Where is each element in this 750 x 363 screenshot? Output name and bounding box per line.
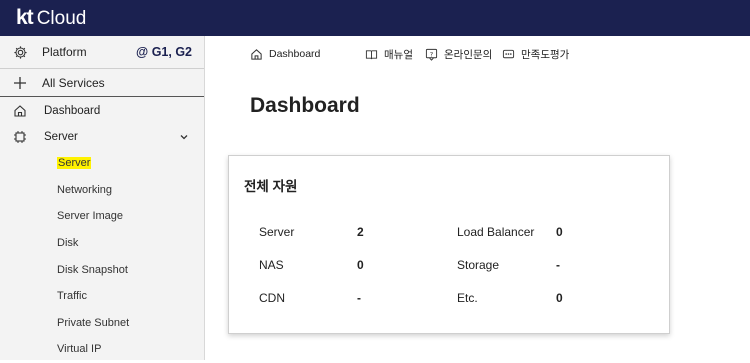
nas-count-value[interactable]: 0: [357, 258, 364, 272]
main-content: Dashboard 매뉴얼 ? 온라인문의 만족도평가 Dashboard 전체…: [205, 36, 750, 360]
sidebar-subitem-virtual-ip[interactable]: Virtual IP: [0, 336, 204, 363]
sidebar-subitem-networking[interactable]: Networking: [0, 177, 204, 204]
book-icon: [363, 46, 379, 62]
logo-cloud-text: Cloud: [36, 8, 87, 29]
etc-count-value[interactable]: 0: [556, 291, 563, 305]
cdn-count-label: CDN: [259, 291, 285, 305]
sidebar-subitem-label: Server Image: [57, 210, 124, 223]
chat-dots-icon: [500, 46, 516, 62]
home-icon: [12, 103, 28, 119]
etc-count-label: Etc.: [457, 291, 478, 305]
chip-icon: [12, 129, 28, 145]
sidebar: Platform @ G1, G2 All Services Dashboard…: [0, 36, 205, 360]
nas-count-label: NAS: [259, 258, 284, 272]
sidebar-item-label: Dashboard: [44, 105, 101, 117]
server-count-label: Server: [259, 225, 295, 239]
sidebar-subitem-disk[interactable]: Disk: [0, 230, 204, 257]
kt-cloud-logo[interactable]: kt Cloud: [16, 6, 86, 30]
all-services-button[interactable]: All Services: [0, 69, 204, 97]
nav-survey-label: 만족도평가: [521, 48, 570, 61]
sidebar-group-label: Server: [44, 131, 78, 143]
all-services-label: All Services: [42, 75, 105, 90]
nav-dashboard-label: Dashboard: [269, 48, 321, 60]
storage-count-value[interactable]: -: [556, 258, 560, 272]
sidebar-subitem-label: Server: [57, 157, 92, 170]
sidebar-subitem-server-image[interactable]: Server Image: [0, 203, 204, 230]
cdn-count-value[interactable]: -: [357, 291, 361, 305]
nav-survey[interactable]: 만족도평가: [500, 46, 569, 62]
lb-count-label: Load Balancer: [457, 225, 535, 239]
sidebar-item-dashboard[interactable]: Dashboard: [0, 98, 204, 124]
page-title: Dashboard: [250, 94, 360, 117]
nav-manual[interactable]: 매뉴얼: [363, 46, 413, 62]
sidebar-subitem-traffic[interactable]: Traffic: [0, 283, 204, 310]
top-bar: kt Cloud: [0, 0, 750, 36]
nav-manual-label: 매뉴얼: [384, 48, 413, 61]
sidebar-subitem-label: Private Subnet: [57, 316, 130, 329]
platform-region[interactable]: @ G1, G2: [136, 45, 192, 59]
nav-dashboard[interactable]: Dashboard: [248, 46, 320, 62]
server-count-value[interactable]: 2: [357, 225, 364, 239]
help-icon: ?: [423, 46, 439, 62]
sidebar-subitem-label: Virtual IP: [57, 343, 102, 356]
chevron-down-icon[interactable]: [176, 129, 192, 145]
nav-inquiry[interactable]: ? 온라인문의: [423, 46, 492, 62]
card-title: 전체 자원: [244, 179, 298, 194]
sidebar-subitem-label: Disk: [57, 237, 79, 250]
logo-kt-text: kt: [16, 6, 34, 29]
sidebar-subitem-label: Traffic: [57, 290, 87, 303]
nav-inquiry-label: 온라인문의: [444, 48, 493, 61]
platform-label: Platform: [42, 45, 87, 59]
svg-text:?: ?: [429, 50, 432, 58]
sidebar-subitem-label: Disk Snapshot: [57, 263, 128, 276]
sidebar-subitem-private-subnet[interactable]: Private Subnet: [0, 310, 204, 337]
sidebar-group-server[interactable]: Server: [0, 124, 204, 150]
storage-count-label: Storage: [457, 258, 500, 272]
server-submenu: Server Networking Server Image Disk Disk Sna…: [0, 150, 204, 363]
sidebar-subitem-disk-snapshot[interactable]: Disk Snapshot: [0, 256, 204, 283]
gear-icon: [12, 44, 28, 60]
resource-summary-card: 전체 자원 Server 2 NAS 0 CDN - Load Balancer…: [228, 155, 670, 334]
lb-count-value[interactable]: 0: [556, 225, 563, 239]
home-icon: [248, 46, 264, 62]
sidebar-subitem-label: Networking: [57, 183, 113, 196]
sidebar-subitem-server[interactable]: Server: [0, 150, 204, 177]
plus-icon: [12, 75, 28, 91]
platform-selector[interactable]: Platform @ G1, G2: [0, 36, 204, 69]
